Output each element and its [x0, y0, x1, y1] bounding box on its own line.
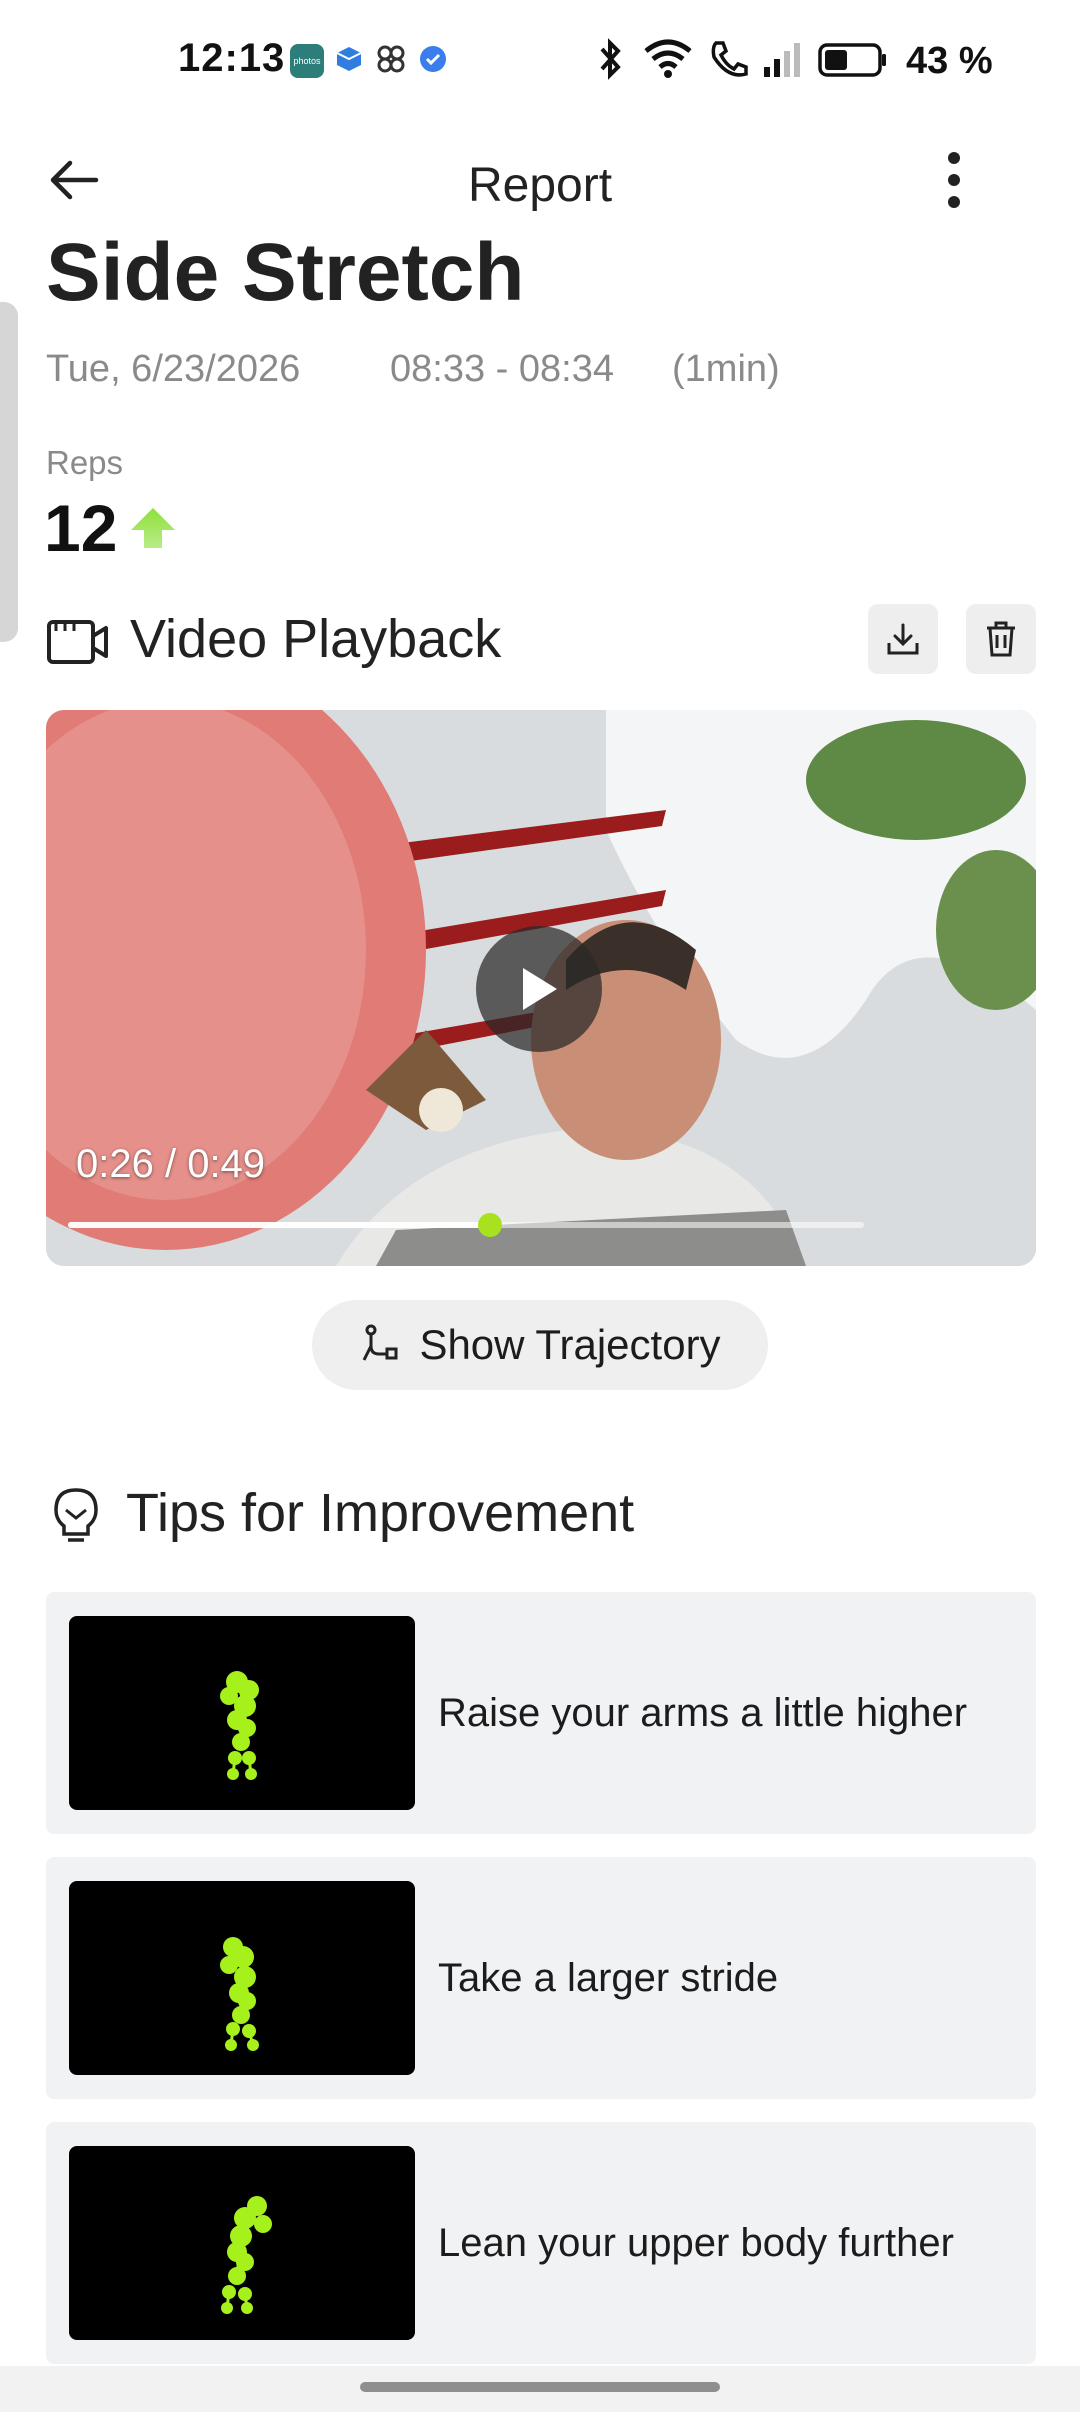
battery-icon	[818, 37, 888, 86]
tip-card[interactable]: Lean your upper body further	[46, 2122, 1036, 2364]
status-indicators: 43 %	[594, 36, 993, 86]
video-progress-thumb[interactable]	[477, 1213, 502, 1237]
video-player[interactable]: 0:26 / 0:49	[46, 710, 1036, 1266]
pinwheel-icon	[374, 42, 408, 81]
call-icon	[708, 37, 748, 86]
status-bar: 12:13 photos 43 %	[0, 0, 1080, 120]
video-progress-fill	[68, 1222, 490, 1228]
bluetooth-icon	[594, 37, 628, 86]
show-trajectory-label: Show Trajectory	[419, 1321, 721, 1368]
download-icon	[887, 623, 919, 655]
arrow-up-icon	[128, 506, 178, 555]
video-section-title: Video Playback	[130, 609, 502, 669]
video-time: 0:26 / 0:49	[76, 1142, 266, 1186]
back-button[interactable]	[44, 140, 104, 220]
tip-text: Lean your upper body further	[438, 2220, 954, 2265]
pose-figure	[221, 2196, 272, 2314]
show-trajectory-button[interactable]: Show Trajectory	[312, 1300, 768, 1390]
download-button[interactable]	[868, 604, 938, 674]
tip-text: Take a larger stride	[438, 1955, 779, 2000]
delete-button[interactable]	[966, 604, 1036, 674]
lightbulb-icon	[50, 1486, 102, 1549]
more-options-button[interactable]	[924, 132, 984, 228]
photos-icon: photos	[290, 44, 324, 78]
status-app-icons: photos	[290, 40, 448, 82]
edge-panel-handle[interactable]	[0, 302, 18, 642]
wifi-icon	[642, 37, 694, 86]
session-duration: (1min)	[672, 348, 780, 390]
reps-label: Reps	[46, 444, 124, 481]
tip-card[interactable]: Raise your arms a little higher	[46, 1592, 1036, 1834]
tips-section-header: Tips for Improvement	[46, 1476, 1036, 1556]
play-button[interactable]	[476, 926, 602, 1052]
trash-icon	[987, 621, 1015, 657]
pose-figure	[220, 1671, 259, 1780]
photos-icon-label: photos	[293, 56, 321, 66]
app-bar: Report	[0, 120, 1080, 240]
more-vertical-icon	[948, 152, 960, 208]
tips-section-title: Tips for Improvement	[126, 1483, 635, 1543]
arrow-left-icon	[50, 160, 99, 200]
session-date: Tue, 6/23/2026	[46, 348, 301, 390]
status-time: 12:13	[178, 36, 286, 80]
signal-icon	[762, 37, 804, 86]
session-time-range: 08:33 - 08:34	[390, 348, 614, 390]
system-nav-bar	[0, 2366, 1080, 2412]
tip-card[interactable]: Take a larger stride	[46, 1857, 1036, 2099]
verified-icon	[418, 44, 448, 79]
home-indicator[interactable]	[360, 2382, 720, 2392]
tip-thumbnail	[69, 1881, 415, 2075]
box-icon	[334, 44, 364, 79]
battery-percent: 43 %	[906, 39, 993, 82]
tip-text: Raise your arms a little higher	[438, 1690, 968, 1735]
tip-thumbnail	[69, 1616, 415, 1810]
video-progress-bar[interactable]	[68, 1213, 864, 1237]
tip-thumbnail	[69, 2146, 415, 2340]
trajectory-icon	[363, 1324, 398, 1361]
video-section-header: Video Playback	[46, 600, 1036, 680]
reps-value: 12	[44, 491, 118, 565]
pose-figure	[220, 1937, 259, 2051]
play-icon	[523, 968, 557, 1010]
video-camera-icon	[46, 614, 110, 673]
page-title: Report	[467, 159, 613, 212]
exercise-title: Side Stretch	[46, 227, 525, 318]
